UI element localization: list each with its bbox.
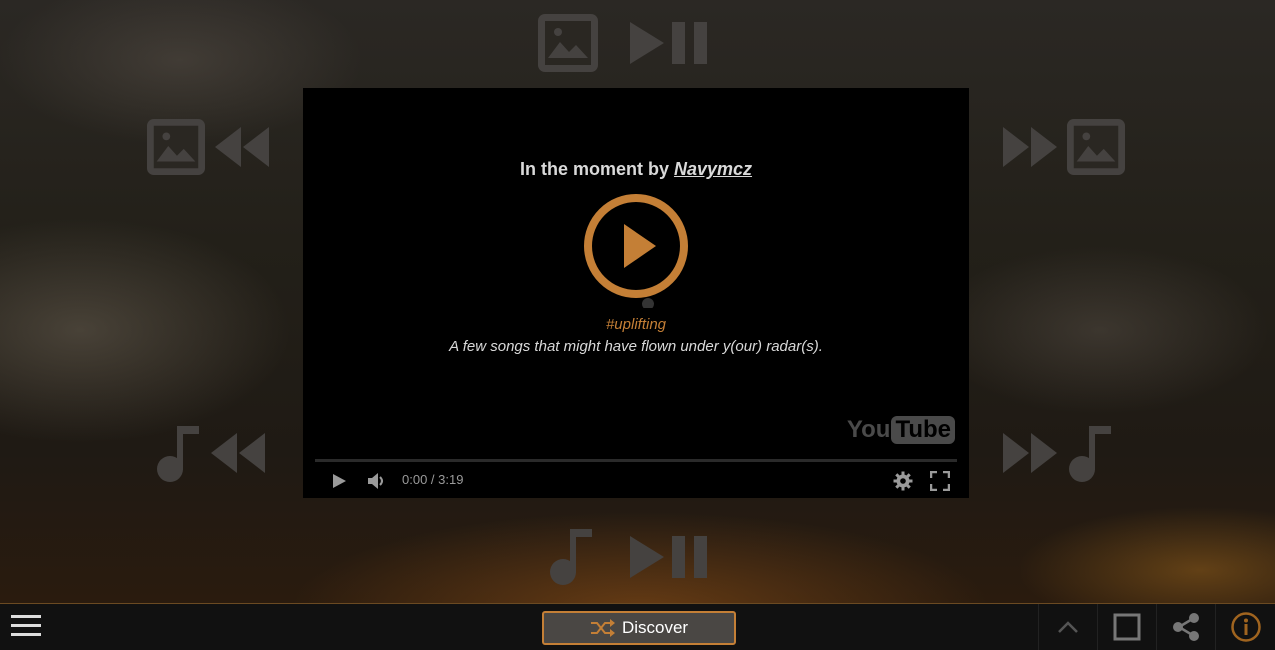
window-button[interactable] — [1097, 604, 1156, 650]
music-note-icon — [550, 529, 592, 585]
prev-image-control[interactable] — [147, 118, 271, 176]
square-icon — [1113, 613, 1141, 641]
playlist-description: A few songs that might have flown under … — [449, 338, 823, 355]
bottom-bar: Discover — [0, 603, 1275, 650]
title-prefix: In the moment by — [519, 159, 674, 179]
info-icon — [1231, 612, 1261, 642]
video-player[interactable]: In the moment by Navymcz #uplifting A fe… — [303, 88, 969, 498]
share-icon — [1173, 613, 1199, 641]
hamburger-menu-icon[interactable] — [11, 615, 41, 642]
bottom-play-pause-button[interactable] — [628, 534, 714, 580]
play-icon[interactable] — [331, 473, 347, 489]
bottom-music-control[interactable] — [548, 527, 594, 585]
discover-label: Discover — [621, 618, 689, 637]
rewind-icon — [215, 127, 269, 167]
prev-track-control[interactable] — [155, 424, 267, 482]
big-play-button[interactable] — [582, 192, 690, 308]
next-image-control[interactable] — [1001, 118, 1125, 176]
play-pause-icon — [630, 22, 707, 64]
shuffle-icon — [590, 619, 615, 637]
info-button[interactable] — [1215, 604, 1275, 650]
top-image-control[interactable] — [538, 14, 598, 72]
top-play-pause-button[interactable] — [628, 20, 714, 66]
playlist-tag[interactable]: #uplifting — [303, 316, 969, 333]
volume-icon[interactable] — [367, 472, 387, 490]
discover-button[interactable]: Discover — [542, 611, 736, 645]
rewind-icon — [211, 433, 265, 473]
image-icon — [147, 118, 205, 176]
author-link[interactable]: Navymcz — [674, 159, 752, 179]
share-button[interactable] — [1156, 604, 1215, 650]
play-pause-icon — [630, 536, 707, 578]
image-icon — [1067, 118, 1125, 176]
expand-up-button[interactable] — [1038, 604, 1097, 650]
image-icon — [538, 14, 598, 72]
playlist-title: In the moment by Navymcz — [303, 159, 969, 180]
settings-gear-icon[interactable] — [893, 471, 913, 491]
fast-forward-icon — [1003, 127, 1057, 167]
player-controls: 0:00 / 3:19 — [303, 464, 969, 498]
fullscreen-icon[interactable] — [930, 471, 950, 491]
next-track-control[interactable] — [1001, 424, 1113, 482]
chevron-up-icon — [1058, 621, 1078, 633]
youtube-logo[interactable]: You Tube — [847, 416, 955, 444]
music-note-icon — [157, 426, 199, 482]
music-note-icon — [1069, 426, 1111, 482]
progress-bar[interactable] — [315, 459, 957, 462]
time-display: 0:00 / 3:19 — [402, 472, 464, 487]
fast-forward-icon — [1003, 433, 1057, 473]
